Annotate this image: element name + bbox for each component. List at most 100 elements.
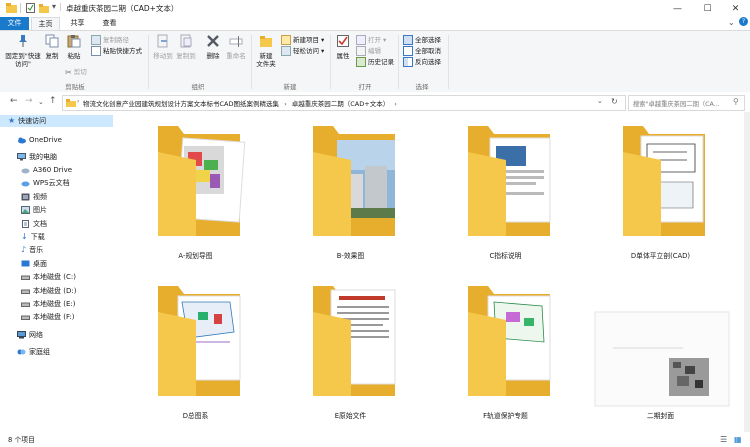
image-thumbnail-icon [594, 311, 730, 407]
group-separator [330, 35, 331, 89]
folder-thumbnail-icon [468, 126, 551, 236]
sidebar-item-label: 文档 [33, 220, 47, 228]
rename-button[interactable]: 重命名 [225, 34, 247, 60]
copy-path-button[interactable]: 复制路径 [91, 35, 129, 45]
sidebar-item-label: WPS云文档 [33, 179, 70, 187]
new-folder-icon [260, 36, 272, 47]
open-dropdown-icon: ▾ [383, 35, 387, 44]
tab-home[interactable]: 主页 [31, 17, 60, 30]
network-icon [17, 331, 26, 339]
sidebar-item-a360-drive[interactable]: A360 Drive [21, 164, 72, 176]
sidebar-item-homegroup[interactable]: 家庭组 [17, 346, 50, 358]
easy-access-dropdown-icon: ▾ [321, 46, 325, 55]
new-folder-label: 新建 文件夹 [256, 52, 276, 68]
select-none-button[interactable]: 全部取消 [403, 46, 441, 56]
tab-share[interactable]: 共享 [64, 17, 91, 30]
easy-access-label: 轻松访问 [293, 46, 319, 55]
properties-quick-icon[interactable] [26, 3, 35, 13]
sidebar-item-drive-c[interactable]: 本地磁盘 (C:) [21, 271, 76, 283]
tab-file[interactable]: 文件 [0, 17, 29, 30]
sidebar-item-my-computer[interactable]: 我的电脑 [17, 151, 57, 163]
invert-selection-icon [403, 57, 413, 67]
folder-tile-e[interactable]: D总图系 [118, 272, 273, 432]
sidebar-item-drive-e[interactable]: 本地磁盘 (E:) [21, 298, 75, 310]
copy-to-icon [180, 34, 192, 48]
address-dropdown-icon[interactable]: ⌄ [597, 97, 603, 105]
history-button[interactable]: 历史记录 [356, 57, 394, 67]
file-name: C指标说明 [489, 252, 522, 260]
folder-tile-g[interactable]: F轨道保护专题 [428, 272, 583, 432]
chevron-right-icon: › [77, 98, 80, 105]
search-input[interactable]: 搜索"卓越重庆茶园二期（CA... ⚲ [628, 95, 745, 111]
details-view-icon[interactable]: ☰ [720, 435, 727, 444]
sidebar-item-wps-cloud[interactable]: WPS云文档 [21, 177, 70, 189]
new-item-icon [281, 35, 291, 45]
help-button[interactable]: ? [739, 17, 748, 26]
breadcrumb-item[interactable]: 卓越重庆茶园二期（CAD+文本） [292, 100, 389, 108]
close-button[interactable]: ✕ [722, 0, 749, 17]
large-icons-view-icon[interactable]: ▦ [734, 435, 742, 444]
back-arrow-icon[interactable]: ← [10, 96, 18, 106]
edit-button[interactable]: 编辑 [356, 46, 381, 56]
image-tile-cover[interactable]: 二期封面 [583, 272, 738, 432]
quick-access-dropdown-icon[interactable]: ▾ [52, 2, 56, 12]
invert-selection-button[interactable]: 反向选择 [403, 57, 441, 67]
copy-label: 复制 [45, 52, 59, 60]
file-list: A-规划导图 B-效果图 C指标说明 D单体平立剖(CAD) D总图系 E原始文… [118, 112, 750, 432]
tab-view[interactable]: 查看 [96, 17, 123, 30]
cut-label: 剪切 [73, 68, 87, 76]
sidebar-item-desktop[interactable]: 桌面 [21, 258, 47, 270]
folder-tile-f[interactable]: E原始文件 [273, 272, 428, 432]
address-field[interactable]: › 物流文化创意产业园建筑规划设计方案文本标书CAD图纸案例精选集 › 卓越重庆… [62, 95, 626, 111]
vertical-scrollbar[interactable] [744, 112, 750, 432]
chevron-right-icon: › [394, 100, 397, 108]
open-button[interactable]: 打开 ▾ [356, 35, 386, 45]
recent-locations-icon[interactable]: ⌄ [38, 98, 44, 106]
minimize-button[interactable]: — [664, 0, 691, 17]
forward-arrow-icon[interactable]: → [25, 96, 33, 106]
sidebar-item-documents[interactable]: 文档 [21, 218, 47, 230]
sidebar-item-onedrive[interactable]: OneDrive [17, 134, 62, 146]
folder-tile-b[interactable]: B-效果图 [273, 112, 428, 272]
new-folder-quick-icon[interactable] [39, 3, 49, 13]
up-arrow-icon[interactable]: ↑ [49, 96, 57, 106]
folder-tile-d[interactable]: D单体平立剖(CAD) [583, 112, 738, 272]
sidebar-item-downloads[interactable]: ↓ 下载 [21, 231, 45, 243]
sidebar-item-music[interactable]: ♪ 音乐 [21, 244, 43, 256]
expand-ribbon-icon[interactable]: ⌄ [728, 18, 735, 27]
move-to-button[interactable]: 移动到 [152, 34, 174, 60]
sidebar-item-drive-f[interactable]: 本地磁盘 (F:) [21, 311, 75, 323]
paste-button[interactable]: 粘贴 [63, 34, 85, 60]
sidebar-item-quick-access[interactable]: ★ 快速访问 [0, 115, 113, 127]
new-item-button[interactable]: 新建项目 ▾ [281, 35, 324, 45]
copy-icon [45, 34, 59, 48]
cut-button[interactable]: ✂ 剪切 [65, 68, 87, 77]
sidebar-item-network[interactable]: 网络 [17, 329, 43, 341]
refresh-icon[interactable]: ↻ [611, 97, 618, 106]
maximize-button[interactable]: ☐ [694, 0, 721, 17]
folder-tile-c[interactable]: C指标说明 [428, 112, 583, 272]
copy-to-button[interactable]: 复制到 [175, 34, 197, 60]
pin-quick-access-button[interactable]: 固定到"快速访问" [4, 34, 42, 68]
folder-thumbnail-icon [468, 286, 551, 396]
delete-button[interactable]: 删除 [202, 34, 224, 60]
folder-tile-a[interactable]: A-规划导图 [118, 112, 273, 272]
sidebar-item-pictures[interactable]: 图片 [21, 204, 47, 216]
sidebar-item-label: 我的电脑 [29, 153, 57, 161]
easy-access-button[interactable]: 轻松访问 ▾ [281, 46, 324, 56]
sidebar-item-drive-d[interactable]: 本地磁盘 (D:) [21, 285, 76, 297]
separator: | [59, 2, 62, 11]
new-folder-button[interactable]: 新建 文件夹 [253, 34, 279, 68]
select-all-button[interactable]: 全部选择 [403, 35, 441, 45]
breadcrumb-item[interactable]: 物流文化创意产业园建筑规划设计方案文本标书CAD图纸案例精选集 [83, 100, 279, 108]
file-name: A-规划导图 [178, 252, 213, 260]
computer-icon [17, 153, 26, 161]
scissors-icon: ✂ [65, 68, 72, 77]
paste-label: 粘贴 [67, 52, 81, 60]
sidebar-item-videos[interactable]: 视频 [21, 191, 47, 203]
cloud-doc-icon [21, 181, 30, 187]
paste-shortcut-button[interactable]: 粘贴快捷方式 [91, 46, 142, 56]
properties-button[interactable]: 属性 [333, 34, 353, 60]
sidebar-item-label: 本地磁盘 (C:) [33, 273, 76, 281]
copy-button[interactable]: 复制 [41, 34, 63, 60]
